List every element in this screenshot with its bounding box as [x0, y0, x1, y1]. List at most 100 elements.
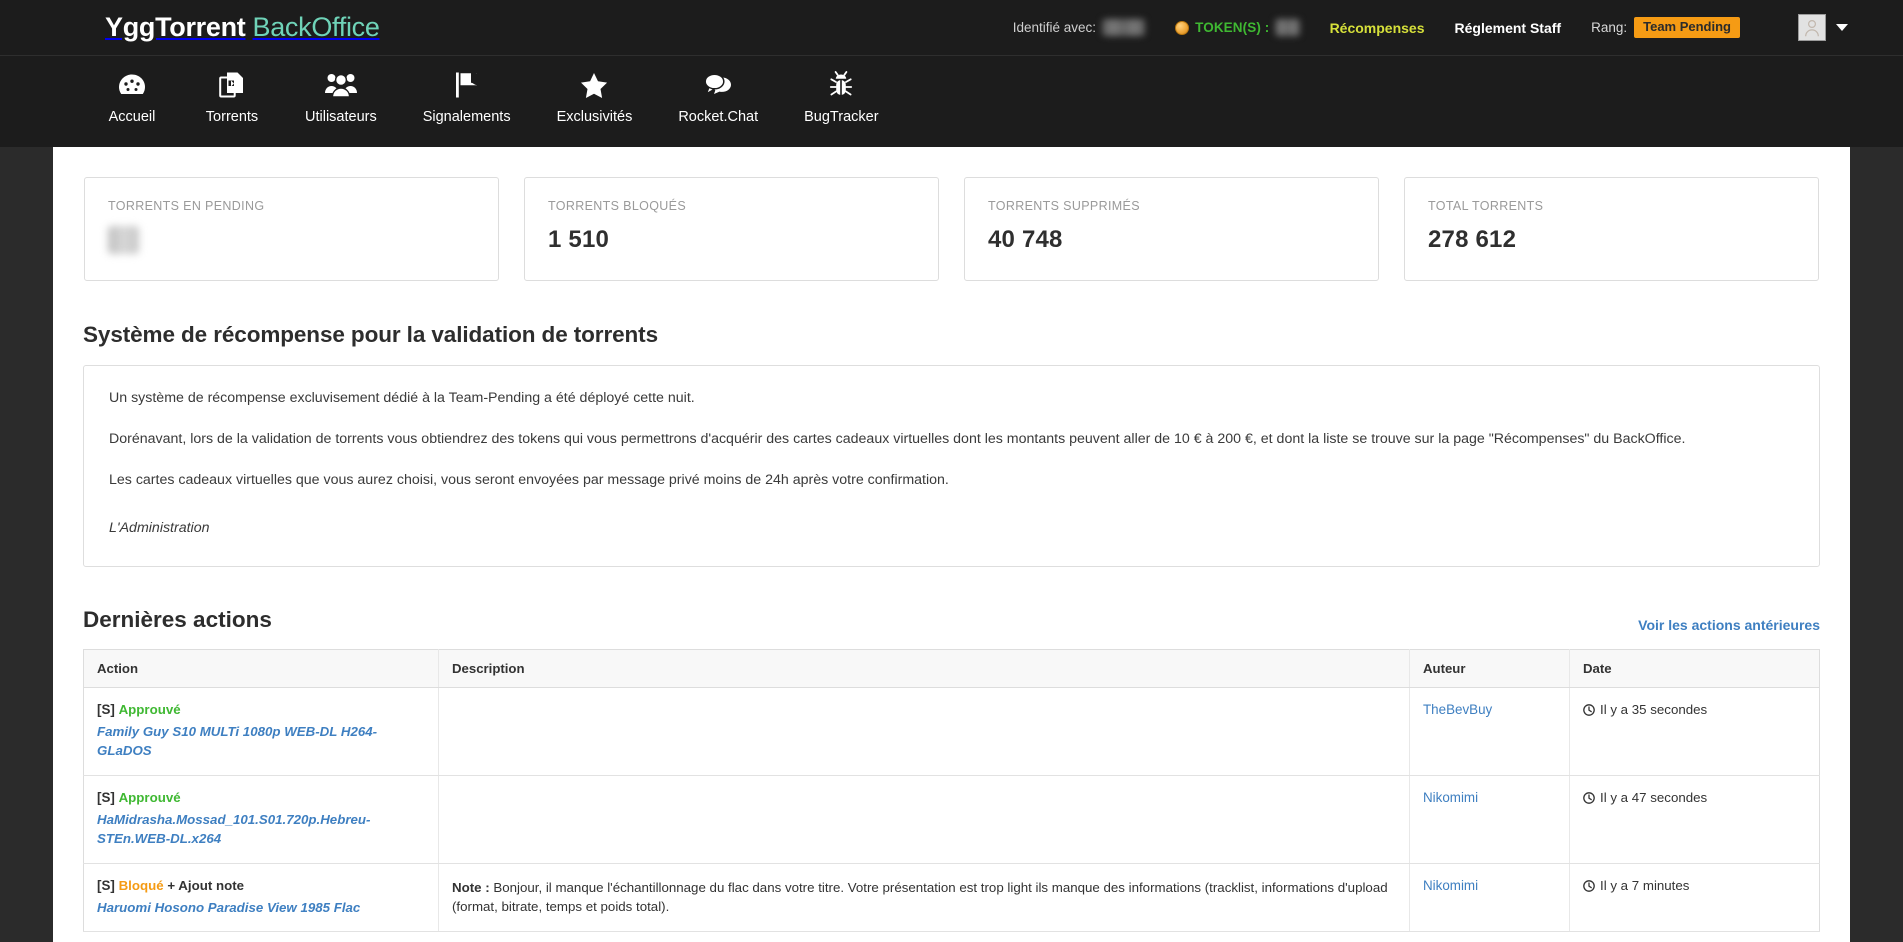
action-state: Approuvé	[118, 789, 181, 805]
stat-card-pending: TORRENTS EN PENDING ••	[84, 177, 499, 281]
nav-label-accueil: Accueil	[108, 109, 156, 125]
files-icon	[219, 70, 245, 100]
announcement-paragraph-2: Dorénavant, lors de la validation de tor…	[109, 431, 1686, 447]
latest-actions-title: Dernières actions	[83, 607, 272, 632]
stat-card-blocked: TORRENTS BLOQUÉS 1 510	[524, 177, 939, 281]
action-prefix: [S]	[97, 789, 115, 805]
table-row: [S] Approuvé Family Guy S10 MULTi 1080p …	[83, 687, 1820, 776]
torrent-title-link[interactable]: HaMidrasha.Mossad_101.S01.720p.Hebreu-ST…	[97, 811, 425, 849]
identified-as-group: Identifié avec: •••••••	[1012, 19, 1146, 36]
action-state: Approuvé	[118, 702, 181, 717]
torrent-title-link[interactable]: Haruomi Hosono Paradise View 1985 Flac	[97, 899, 425, 918]
main-navigation: Accueil Torrents Utilisateurs Signalemen…	[0, 55, 1903, 147]
clock-icon	[1583, 791, 1595, 804]
nav-item-rocket-chat[interactable]: Rocket.Chat	[678, 56, 758, 125]
nav-label-signalements: Signalements	[422, 109, 511, 125]
action-state: Bloqué	[118, 877, 164, 893]
page-root: YggTorrentBackOffice Identifié avec: •••…	[0, 0, 1903, 942]
nav-item-bugtracker[interactable]: BugTracker	[804, 56, 879, 125]
stat-label: TORRENTS BLOQUÉS	[548, 199, 687, 213]
stat-value: ••	[108, 226, 140, 254]
main-content: TORRENTS EN PENDING •• TORRENTS BLOQUÉS …	[53, 147, 1850, 942]
previous-actions-link[interactable]: Voir les actions antérieures	[1638, 617, 1820, 633]
brand-logo[interactable]: YggTorrent BackOffice	[105, 12, 380, 43]
stat-value: 1 510	[548, 226, 610, 253]
tokens-group[interactable]: TOKEN(S) : •••	[1175, 19, 1300, 36]
brand-name-sub: BackOffice	[252, 12, 380, 42]
staff-rules-link[interactable]: Réglement Staff	[1455, 20, 1562, 36]
rewards-link[interactable]: Récompenses	[1330, 20, 1425, 36]
rewards-link-group[interactable]: Récompenses	[1330, 20, 1425, 36]
top-header-bar: YggTorrentBackOffice Identifié avec: •••…	[0, 0, 1903, 55]
author-link[interactable]: Nikomimi	[1423, 878, 1478, 893]
identified-as-label: Identifié avec:	[1012, 20, 1097, 35]
nav-item-torrents[interactable]: Torrents	[205, 56, 259, 125]
author-link[interactable]: Nikomimi	[1423, 790, 1478, 805]
stat-value: 40 748	[988, 226, 1063, 253]
user-avatar-icon	[1805, 19, 1819, 37]
announcement-title: Système de récompense pour la validation…	[83, 322, 658, 347]
date-text: Il y a 47 secondes	[1600, 789, 1708, 805]
action-prefix: [S]	[97, 877, 115, 893]
column-header-date: Date	[1569, 649, 1820, 688]
date-cell: Il y a 7 minutes	[1569, 863, 1820, 933]
description-cell	[438, 687, 1410, 776]
clock-icon	[1583, 704, 1595, 716]
action-extra: + Ajout note	[167, 877, 245, 893]
tokens-label: TOKEN(S) :	[1195, 20, 1270, 35]
identified-as-value: •••••••	[1102, 19, 1146, 36]
date-text: Il y a 35 secondes	[1600, 702, 1708, 717]
stats-row: TORRENTS EN PENDING •• TORRENTS BLOQUÉS …	[80, 177, 1823, 281]
latest-actions-table: Action Description Auteur Date [S] Appro…	[83, 649, 1820, 933]
account-menu[interactable]	[1770, 14, 1848, 41]
description-text: Bonjour, il manque l'échantillonnage du …	[452, 879, 1388, 915]
description-cell	[438, 775, 1410, 864]
nav-label-bugtracker: BugTracker	[804, 109, 879, 125]
announcement-paragraph-1: Un système de récompense excluvisement d…	[109, 390, 695, 406]
author-link[interactable]: TheBevBuy	[1423, 702, 1492, 717]
table-row: [S] Bloqué + Ajout note Haruomi Hosono P…	[83, 863, 1820, 933]
stat-value: 278 612	[1428, 226, 1517, 253]
nav-label-torrents: Torrents	[205, 109, 259, 125]
action-cell: [S] Bloqué + Ajout note Haruomi Hosono P…	[83, 863, 439, 933]
rank-group: Rang: Team Pending	[1591, 17, 1740, 38]
bug-icon	[828, 70, 854, 100]
stat-label: TORRENTS EN PENDING	[108, 199, 265, 213]
nav-label-exclusivites: Exclusivités	[556, 109, 633, 125]
description-label: Note :	[452, 879, 490, 895]
auteur-cell: Nikomimi	[1409, 775, 1570, 864]
tokens-value: •••	[1275, 19, 1300, 36]
announcement-paragraph-3: Les cartes cadeaux virtuelles que vous a…	[109, 472, 949, 488]
staff-rules-link-group[interactable]: Réglement Staff	[1455, 20, 1562, 36]
nav-label-utilisateurs: Utilisateurs	[305, 109, 377, 125]
description-cell: Note : Bonjour, il manque l'échantillonn…	[438, 863, 1410, 933]
coin-icon	[1175, 20, 1190, 35]
auteur-cell: TheBevBuy	[1409, 687, 1570, 776]
chevron-down-icon[interactable]	[1836, 24, 1848, 31]
table-row: [S] Approuvé HaMidrasha.Mossad_101.S01.7…	[83, 775, 1820, 864]
nav-item-accueil[interactable]: Accueil	[105, 56, 159, 125]
clock-icon	[1583, 879, 1595, 892]
action-cell: [S] Approuvé HaMidrasha.Mossad_101.S01.7…	[83, 775, 439, 864]
brand-name-main: YggTorrent	[105, 12, 246, 42]
table-header-row: Action Description Auteur Date	[83, 649, 1820, 688]
stat-card-total: TOTAL TORRENTS 278 612	[1404, 177, 1819, 281]
action-prefix: [S]	[97, 702, 115, 717]
torrent-title-link[interactable]: Family Guy S10 MULTi 1080p WEB-DL H264-G…	[97, 723, 425, 761]
auteur-cell: Nikomimi	[1409, 863, 1570, 933]
column-header-description: Description	[438, 649, 1410, 688]
dashboard-icon	[117, 70, 147, 100]
latest-actions-header: Dernières actions Voir les actions antér…	[83, 607, 1820, 633]
date-cell: Il y a 35 secondes	[1569, 687, 1820, 776]
chat-bubbles-icon	[703, 70, 733, 100]
nav-item-exclusivites[interactable]: Exclusivités	[556, 56, 633, 125]
date-cell: Il y a 47 secondes	[1569, 775, 1820, 864]
column-header-action: Action	[83, 649, 439, 688]
users-icon	[324, 70, 357, 100]
avatar[interactable]	[1798, 14, 1826, 41]
header-right-group: Identifié avec: ••••••• TOKEN(S) : ••• R…	[983, 14, 1848, 41]
announcement-panel: Un système de récompense excluvisement d…	[83, 365, 1820, 567]
nav-item-utilisateurs[interactable]: Utilisateurs	[305, 56, 377, 125]
nav-item-signalements[interactable]: Signalements	[423, 56, 511, 125]
stat-card-deleted: TORRENTS SUPPRIMÉS 40 748	[964, 177, 1379, 281]
